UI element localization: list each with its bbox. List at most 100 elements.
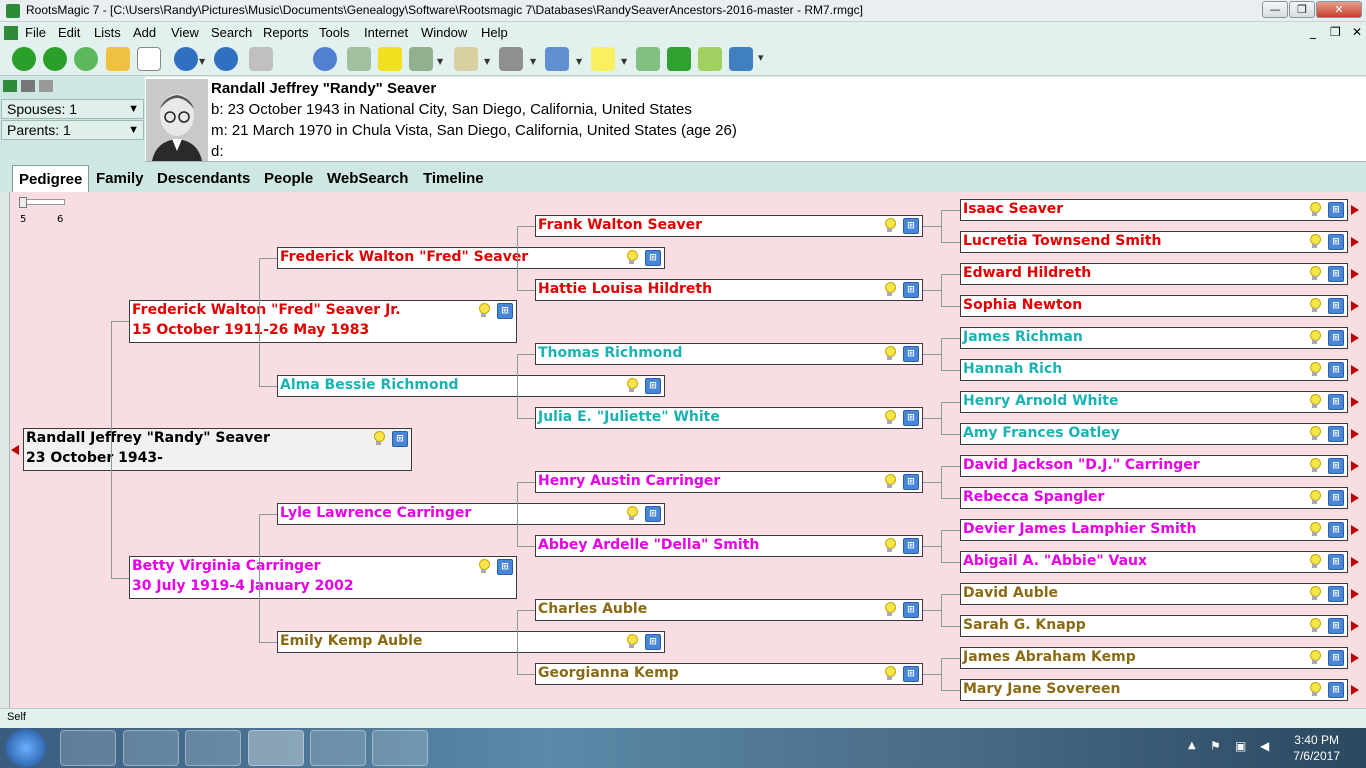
parents-dropdown[interactable]: Parents: 1 ▼ <box>1 120 144 140</box>
lightbulb-icon[interactable] <box>1309 522 1321 536</box>
tree-view-icon[interactable] <box>3 80 17 92</box>
chevron-down-icon[interactable]: ▼ <box>530 57 536 66</box>
person-box[interactable]: Randall Jeffrey "Randy" Seaver 23 October… <box>23 428 412 471</box>
search-icon[interactable] <box>313 47 337 71</box>
person-box[interactable]: Lyle Lawrence Carringer ⊞ <box>277 503 665 525</box>
lightbulb-icon[interactable] <box>884 410 896 424</box>
lightbulb-icon[interactable] <box>884 666 896 680</box>
start-button[interactable] <box>6 729 46 767</box>
menu-internet[interactable]: Internet <box>364 25 408 40</box>
lightbulb-icon[interactable] <box>1309 490 1321 504</box>
person-photo[interactable] <box>146 79 208 161</box>
person-box[interactable]: David Auble ⊞ <box>960 583 1348 605</box>
book-icon[interactable] <box>729 47 753 71</box>
more-ancestors-icon[interactable] <box>1351 653 1359 663</box>
new-file-icon[interactable] <box>137 47 161 71</box>
person-box[interactable]: Amy Frances Oatley ⊞ <box>960 423 1348 445</box>
familysearch-icon[interactable]: ⊞ <box>1328 586 1344 602</box>
snipping-taskbar-button[interactable] <box>185 730 241 766</box>
person-box[interactable]: Lucretia Townsend Smith ⊞ <box>960 231 1348 253</box>
chevron-down-icon[interactable]: ▼ <box>437 57 443 66</box>
person-box[interactable]: James Richman ⊞ <box>960 327 1348 349</box>
familysearch-icon[interactable]: ⊞ <box>1328 202 1344 218</box>
more-ancestors-icon[interactable] <box>1351 269 1359 279</box>
lightbulb-icon[interactable] <box>626 378 638 392</box>
familysearch-icon[interactable]: ⊞ <box>903 410 919 426</box>
menu-add[interactable]: Add <box>133 25 156 40</box>
lightbulb-icon[interactable] <box>478 303 490 317</box>
familysearch-icon[interactable]: ⊞ <box>903 346 919 362</box>
familysearch-icon[interactable]: ⊞ <box>1328 266 1344 282</box>
person-box[interactable]: David Jackson "D.J." Carringer ⊞ <box>960 455 1348 477</box>
menu-help[interactable]: Help <box>481 25 508 40</box>
menu-reports[interactable]: Reports <box>263 25 309 40</box>
left-splitter[interactable] <box>0 192 9 708</box>
more-ancestors-icon[interactable] <box>1351 589 1359 599</box>
lightbulb-icon[interactable] <box>1309 362 1321 376</box>
lightbulb-icon[interactable] <box>1309 394 1321 408</box>
lightbulb-icon[interactable] <box>1309 234 1321 248</box>
close-button[interactable]: ✕ <box>1316 1 1362 18</box>
mdi-minimize-button[interactable]: _ <box>1310 25 1316 39</box>
refresh-icon[interactable] <box>74 47 98 71</box>
lightbulb-icon[interactable] <box>626 250 638 264</box>
more-ancestors-icon[interactable] <box>1351 557 1359 567</box>
chrome-taskbar-button[interactable] <box>123 730 179 766</box>
person-box[interactable]: Alma Bessie Richmond ⊞ <box>277 375 665 397</box>
tab-family[interactable]: Family <box>96 170 144 187</box>
clock[interactable]: 3:40 PM 7/6/2017 <box>1293 732 1340 764</box>
up-arrow-icon[interactable] <box>378 47 402 71</box>
mdi-app-icon[interactable] <box>4 26 18 40</box>
add-person-icon[interactable] <box>174 47 198 71</box>
person-box[interactable]: James Abraham Kemp ⊞ <box>960 647 1348 669</box>
more-ancestors-icon[interactable] <box>1351 205 1359 215</box>
lightbulb-icon[interactable] <box>884 602 896 616</box>
person-box[interactable]: Edward Hildreth ⊞ <box>960 263 1348 285</box>
person-box[interactable]: Frank Walton Seaver ⊞ <box>535 215 923 237</box>
familysearch-icon[interactable]: ⊞ <box>1328 362 1344 378</box>
menu-tools[interactable]: Tools <box>319 25 349 40</box>
explorer-taskbar-button[interactable] <box>60 730 116 766</box>
familysearch-icon[interactable]: ⊞ <box>1328 234 1344 250</box>
familysearch-icon[interactable]: ⊞ <box>1328 458 1344 474</box>
note-icon[interactable] <box>591 47 615 71</box>
certificate-icon[interactable] <box>454 47 478 71</box>
person-box[interactable]: Mary Jane Sovereen ⊞ <box>960 679 1348 701</box>
lightbulb-icon[interactable] <box>1309 458 1321 472</box>
lightbulb-icon[interactable] <box>626 506 638 520</box>
edit-person-icon[interactable] <box>214 47 238 71</box>
lightbulb-icon[interactable] <box>1309 554 1321 568</box>
lightbulb-icon[interactable] <box>884 218 896 232</box>
lightbulb-icon[interactable] <box>884 346 896 360</box>
person-box[interactable]: Hattie Louisa Hildreth ⊞ <box>535 279 923 301</box>
mdi-close-button[interactable]: ✕ <box>1352 25 1362 39</box>
chevron-down-icon[interactable]: ▼ <box>576 57 582 66</box>
lightbulb-icon[interactable] <box>478 559 490 573</box>
familysearch-icon[interactable]: ⊞ <box>1328 554 1344 570</box>
card-icon[interactable] <box>545 47 569 71</box>
tab-timeline[interactable]: Timeline <box>423 170 484 187</box>
card-view-icon[interactable] <box>39 80 53 92</box>
familysearch-icon[interactable]: ⊞ <box>903 282 919 298</box>
person-box[interactable]: Charles Auble ⊞ <box>535 599 923 621</box>
person-box[interactable]: Julia E. "Juliette" White ⊞ <box>535 407 923 429</box>
more-ancestors-icon[interactable] <box>1351 461 1359 471</box>
person-box[interactable]: Frederick Walton "Fred" Seaver Jr. 15 Oct… <box>129 300 517 343</box>
menu-search[interactable]: Search <box>211 25 252 40</box>
lightbulb-icon[interactable] <box>373 431 385 445</box>
familysearch-icon[interactable]: ⊞ <box>497 559 513 575</box>
person-box[interactable]: Georgianna Kemp ⊞ <box>535 663 923 685</box>
tab-people[interactable]: People <box>264 170 313 187</box>
menu-view[interactable]: View <box>171 25 199 40</box>
familysearch-icon[interactable]: ⊞ <box>645 506 661 522</box>
more-ancestors-icon[interactable] <box>1351 493 1359 503</box>
familysearch-icon[interactable]: ⊞ <box>903 538 919 554</box>
lightbulb-icon[interactable] <box>1309 298 1321 312</box>
lightbulb-icon[interactable] <box>1309 266 1321 280</box>
powerpoint-taskbar-button[interactable] <box>372 730 428 766</box>
person-box[interactable]: Devier James Lamphier Smith ⊞ <box>960 519 1348 541</box>
more-ancestors-icon[interactable] <box>1351 301 1359 311</box>
spouses-dropdown[interactable]: Spouses: 1 ▼ <box>1 99 144 119</box>
person-box[interactable]: Abigail A. "Abbie" Vaux ⊞ <box>960 551 1348 573</box>
lightbulb-icon[interactable] <box>1309 682 1321 696</box>
